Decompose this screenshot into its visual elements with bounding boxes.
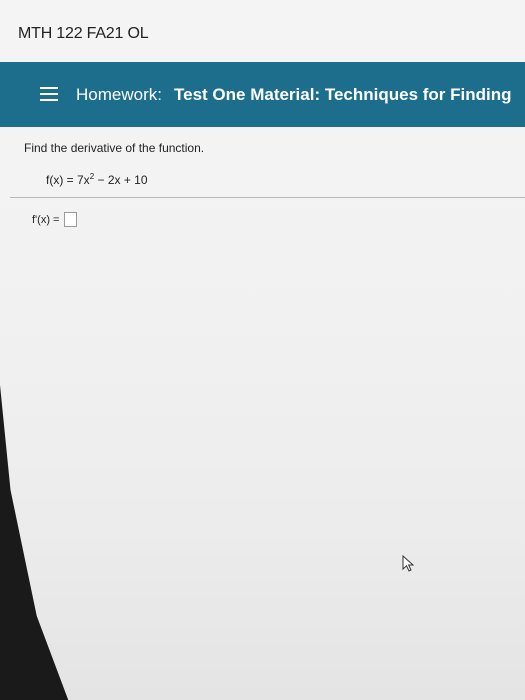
course-title: MTH 122 FA21 OL bbox=[18, 25, 149, 42]
answer-input[interactable] bbox=[64, 212, 77, 227]
function-expression: f(x) = 7x2 − 2x + 10 bbox=[46, 172, 148, 187]
screen: MTH 122 FA21 OL Homework: Test One Mater… bbox=[0, 0, 525, 700]
function-rhs: − 2x + 10 bbox=[94, 173, 148, 187]
hamburger-menu-icon[interactable] bbox=[40, 87, 58, 101]
function-lhs: f(x) = 7x bbox=[46, 173, 90, 187]
mouse-pointer-icon bbox=[402, 555, 415, 572]
question-prompt: Find the derivative of the function. bbox=[24, 141, 205, 155]
answer-label: f'(x) = bbox=[32, 214, 60, 226]
divider bbox=[10, 197, 525, 198]
homework-title: Test One Material: Techniques for Findin… bbox=[174, 85, 512, 104]
homework-label: Homework: bbox=[76, 85, 162, 104]
